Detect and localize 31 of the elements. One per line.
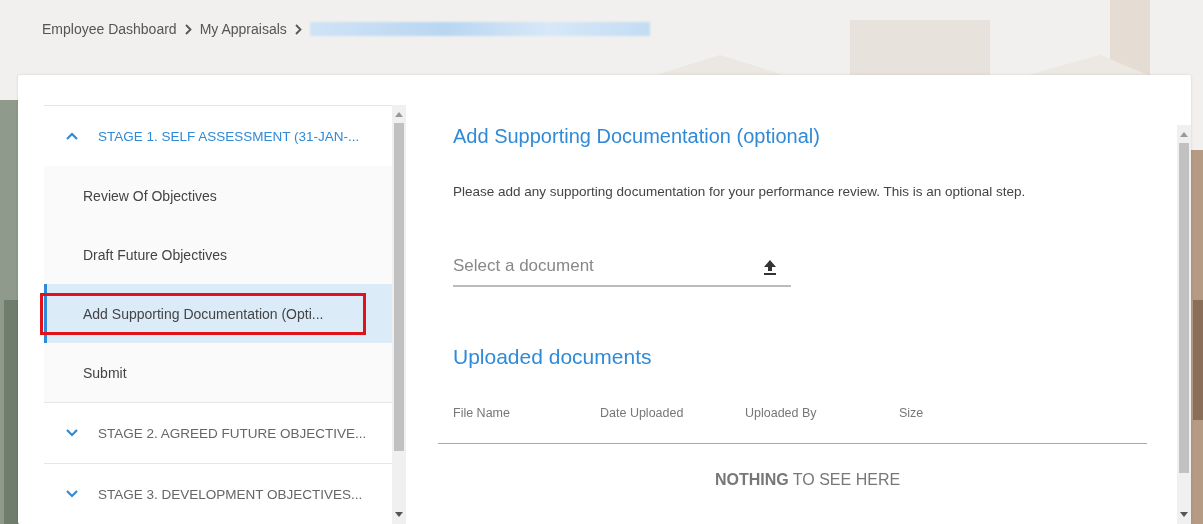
chevron-down-icon: [66, 429, 78, 437]
column-header: Date Uploaded: [600, 406, 685, 420]
section-title: Uploaded documents: [453, 345, 653, 369]
step-item[interactable]: Submit: [44, 343, 392, 402]
stage-header[interactable]: STAGE 1. SELF ASSESSMENT (31-JAN-...: [44, 106, 392, 166]
step-item[interactable]: Draft Future Objectives: [44, 225, 392, 284]
section-title: Add Supporting Documentation (optional): [453, 125, 821, 148]
scroll-down-arrow-icon[interactable]: [1180, 512, 1188, 518]
upload-icon[interactable]: [763, 259, 777, 275]
scrollbar[interactable]: [1177, 125, 1191, 524]
document-field[interactable]: Select a document: [453, 247, 791, 287]
scrollbar[interactable]: [392, 105, 406, 524]
column-header: File Name: [453, 406, 511, 420]
empty-message: NOTHING TO SEE HERE: [713, 471, 902, 489]
breadcrumb-link[interactable]: Employee Dashboard: [42, 21, 177, 37]
step-item[interactable]: Review Of Objectives: [44, 166, 392, 225]
column-header: Uploaded By: [745, 406, 818, 420]
description: Please add any supporting documentation for your performance review. This is an optional step.: [453, 183, 1027, 201]
scroll-up-arrow-icon[interactable]: [1180, 131, 1188, 137]
column-header: Size: [899, 406, 925, 420]
step-label: Review Of Objectives: [82, 186, 218, 206]
chevron-right-icon: [184, 23, 192, 35]
chevron-right-icon: [294, 23, 302, 35]
chevron-down-icon: [66, 490, 78, 498]
step-label: Submit: [82, 363, 128, 383]
breadcrumb-link[interactable]: My Appraisals: [199, 21, 287, 37]
step-label: Draft Future Objectives: [82, 245, 228, 265]
scroll-up-arrow-icon[interactable]: [395, 111, 403, 117]
highlight-box: Add Supporting Documentation (Opti...: [40, 292, 366, 335]
chevron-up-icon: [66, 132, 78, 140]
scroll-down-arrow-icon[interactable]: [395, 512, 403, 518]
